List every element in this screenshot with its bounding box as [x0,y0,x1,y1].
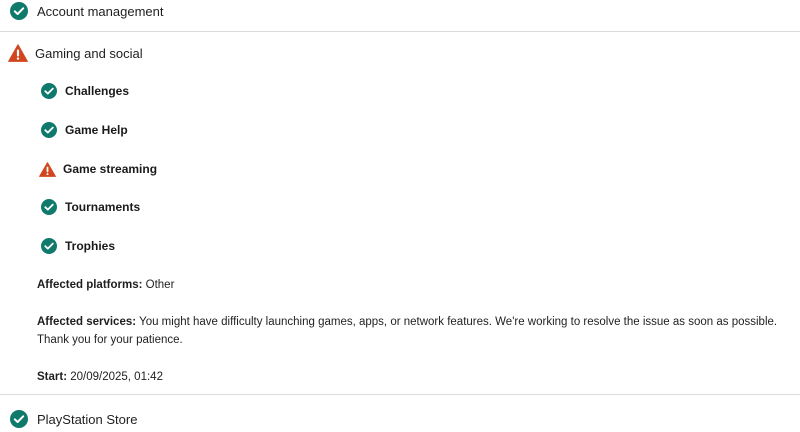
check-circle-icon [41,199,57,215]
affected-platforms: Affected platforms: Other [37,276,174,294]
affected-platforms-label: Affected platforms: [37,279,143,291]
section-label: Account management [37,3,164,19]
section-label: PlayStation Store [37,411,138,427]
warning-triangle-icon [8,44,28,62]
service-label: Game Help [65,123,128,137]
divider [0,31,800,32]
service-label: Challenges [65,84,130,98]
section-label: Gaming and social [35,45,143,61]
service-status-page: Account management Gaming and social Cha… [0,0,800,432]
service-label: Trophies [65,239,116,253]
service-trophies: Trophies [41,238,115,254]
check-circle-icon [10,2,28,20]
service-tournaments: Tournaments [41,199,140,215]
start-value: 20/09/2025, 01:42 [70,371,163,383]
service-label: Game streaming [63,162,158,176]
service-game-streaming: Game streaming [39,161,157,177]
section-gaming-and-social[interactable]: Gaming and social [8,44,143,62]
affected-services-value: You might have difficulty launching game… [37,316,778,346]
check-circle-icon [41,122,57,138]
section-account-management[interactable]: Account management [10,2,163,20]
start-label: Start: [37,371,68,383]
affected-platforms-value: Other [145,279,175,291]
check-circle-icon [10,410,28,428]
check-circle-icon [41,238,57,254]
affected-services: Affected services: You might have diffic… [37,313,787,349]
divider [0,394,800,395]
service-label: Tournaments [65,200,141,214]
service-challenges: Challenges [41,83,129,99]
affected-services-label: Affected services: [37,316,137,328]
service-game-help: Game Help [41,122,128,138]
section-playstation-store[interactable]: PlayStation Store [10,410,137,428]
warning-triangle-icon [39,161,56,177]
check-circle-icon [41,83,57,99]
start-time: Start: 20/09/2025, 01:42 [37,368,163,386]
